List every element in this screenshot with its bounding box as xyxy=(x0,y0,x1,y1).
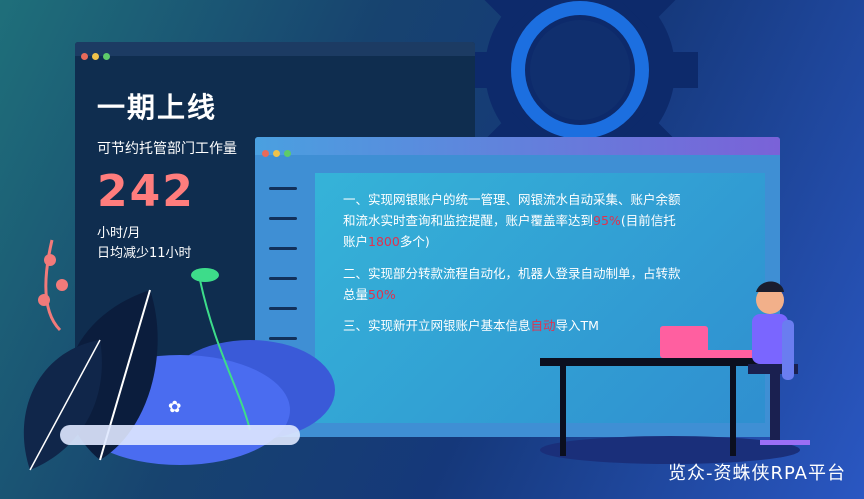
window-titlebar xyxy=(255,137,780,157)
minimize-dot-icon xyxy=(273,150,280,157)
window-titlebar xyxy=(75,42,475,60)
leaves-illustration: ✿ xyxy=(23,239,335,471)
close-dot-icon xyxy=(262,150,269,157)
feature-item-1: 一、实现网银账户的统一管理、网银流水自动采集、账户余额和流水实时查询和监控提醒，… xyxy=(343,192,681,249)
close-dot-icon xyxy=(81,53,88,60)
sidebar-line-icon xyxy=(269,187,297,190)
person-at-desk-illustration xyxy=(540,281,810,464)
savings-subtitle: 可节约托管部门工作量 xyxy=(97,141,237,157)
maximize-dot-icon xyxy=(284,150,291,157)
page-title: 一期上线 xyxy=(97,91,218,124)
hours-saved-number: 242 xyxy=(97,166,195,217)
minimize-dot-icon xyxy=(92,53,99,60)
maximize-dot-icon xyxy=(103,53,110,60)
svg-text:✿: ✿ xyxy=(168,397,181,416)
sidebar-line-icon xyxy=(269,217,297,220)
brand-watermark: 览众-资蛛侠RPA平台 xyxy=(667,463,846,484)
